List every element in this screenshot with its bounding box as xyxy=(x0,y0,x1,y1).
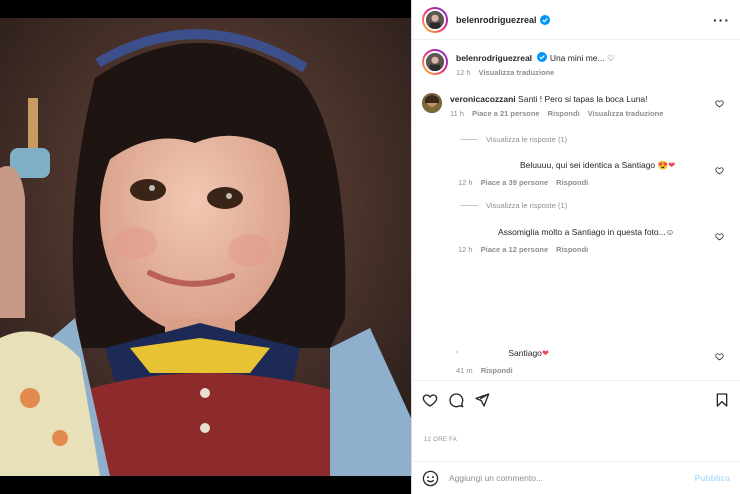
view-replies-toggle[interactable]: Visualizza le risposte (1) xyxy=(460,201,567,210)
comment-author[interactable]: veronicacozzani xyxy=(450,94,516,104)
comment-likes[interactable]: Piace a 12 persone xyxy=(481,245,549,254)
avatar-image xyxy=(426,10,444,29)
view-replies-toggle[interactable]: Visualizza le risposte (1) xyxy=(460,135,567,144)
post-modal: belenrodriguezreal ··· belenrodriguezrea… xyxy=(0,0,740,494)
comment-item: Beluuuu, qui sei identica a Santiago 😍❤ … xyxy=(422,159,732,187)
publish-button[interactable]: Pubblica xyxy=(695,473,730,483)
share-icon[interactable] xyxy=(474,392,490,408)
comment-like-heart-icon[interactable] xyxy=(715,99,724,108)
caption: belenrodriguezreal Una mini me... ♡ 12 h… xyxy=(422,49,732,77)
caption-text: Una mini me... ♡ xyxy=(549,53,615,63)
comment-item: veronicacozzani Santi ! Pero si tapas la… xyxy=(422,93,732,118)
more-dots-icon[interactable]: ··· xyxy=(713,13,730,27)
comment-item: › Santiago❤ 41 m Rispondi xyxy=(422,347,732,375)
red-heart-emoji: ❤ xyxy=(541,348,550,358)
caption-translate-link[interactable]: Visualizza traduzione xyxy=(479,68,555,77)
comment-like-heart-icon[interactable] xyxy=(715,166,724,175)
comment-like-heart-icon[interactable] xyxy=(715,352,724,361)
bookmark-icon[interactable] xyxy=(714,392,730,408)
comment-text: Beluuuu, qui sei identica a Santiago 😍 xyxy=(520,160,669,170)
heart-icon[interactable] xyxy=(422,392,438,408)
comment-input[interactable] xyxy=(449,473,695,483)
post-actions-bar xyxy=(412,380,740,418)
comment-time[interactable]: 12 h xyxy=(458,245,473,254)
post-timestamp[interactable]: 12 ORE FA xyxy=(424,437,457,443)
comment-text: Santiago xyxy=(508,348,542,358)
translate-link[interactable]: Visualizza traduzione xyxy=(588,109,664,118)
comment-icon[interactable] xyxy=(448,392,464,408)
post-photo[interactable] xyxy=(0,18,411,476)
reply-button[interactable]: Rispondi xyxy=(556,245,588,254)
emoji-icon[interactable] xyxy=(422,470,439,487)
author-avatar[interactable] xyxy=(422,6,448,33)
avatar-image xyxy=(422,93,442,113)
comment-likes[interactable]: Piace a 39 persone xyxy=(481,178,549,187)
comment-composer: Pubblica xyxy=(412,461,740,494)
avatar-image xyxy=(426,53,444,71)
verified-badge-icon xyxy=(537,52,548,62)
caption-time[interactable]: 12 h xyxy=(456,68,471,77)
reply-button[interactable]: Rispondi xyxy=(481,366,513,375)
comment-time[interactable]: 41 m xyxy=(456,366,473,375)
view-replies-label: Visualizza le risposte (1) xyxy=(486,135,568,144)
post-photo-image xyxy=(0,18,411,476)
reply-button[interactable]: Rispondi xyxy=(556,178,588,187)
comments-list: belenrodriguezreal Una mini me... ♡ 12 h… xyxy=(412,41,740,380)
author-username[interactable]: belenrodriguezreal xyxy=(456,15,537,25)
comment-text: Assomiglia molto a Santiago in questa fo… xyxy=(498,227,675,237)
caption-author[interactable]: belenrodriguezreal xyxy=(456,53,532,63)
view-replies-label: Visualizza le risposte (1) xyxy=(486,201,568,210)
reply-button[interactable]: Rispondi xyxy=(548,109,580,118)
commenter-avatar[interactable] xyxy=(422,93,442,113)
verified-badge-icon xyxy=(539,14,550,25)
comment-time[interactable]: 12 h xyxy=(458,178,473,187)
red-heart-emoji: ❤ xyxy=(668,160,676,170)
comment-text: Santi ! Pero si tapas la boca Luna! xyxy=(518,94,648,104)
post-header: belenrodriguezreal ··· xyxy=(412,0,740,40)
comment-likes[interactable]: Piace a 21 persone xyxy=(472,109,540,118)
comment-like-heart-icon[interactable] xyxy=(715,232,724,241)
comment-time[interactable]: 11 h xyxy=(450,109,464,118)
post-side-panel: belenrodriguezreal ··· belenrodriguezrea… xyxy=(411,0,740,494)
comment-item: Assomiglia molto a Santiago in questa fo… xyxy=(422,226,732,254)
caption-avatar[interactable] xyxy=(422,49,448,75)
